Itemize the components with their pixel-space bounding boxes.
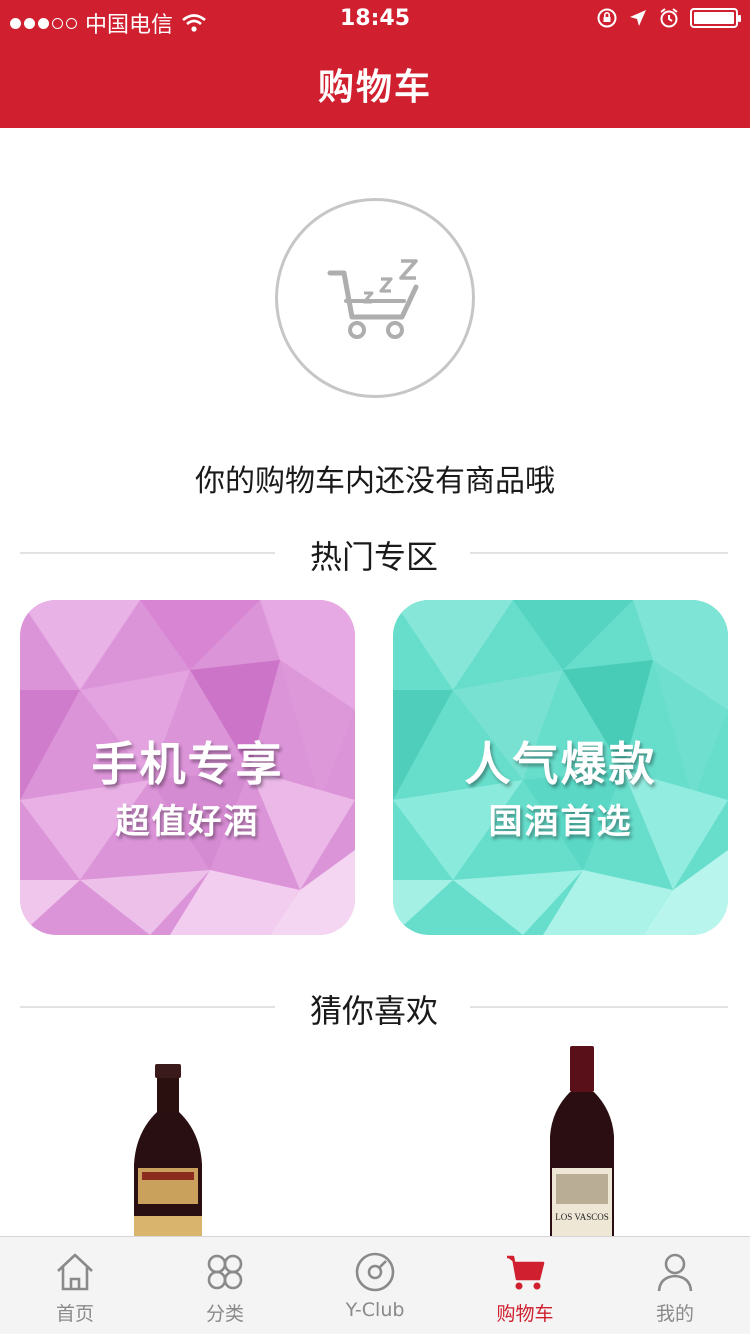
cart-icon [507,1255,545,1290]
tab-cart[interactable]: 购物车 [450,1237,600,1334]
page-title: 购物车 [317,67,432,108]
recommend-section-title: 猜你喜欢 [309,992,438,1030]
tab-label: 我的 [655,1303,694,1325]
wine-bottle-image: LOS VASCOS [550,1046,614,1240]
recommend-section-header: 猜你喜欢 [20,986,728,1030]
promo-tile-mobile-exclusive[interactable]: 手机专享 超值好酒 [20,600,355,935]
hot-section-header: 热门专区 [20,532,728,576]
promo-tile-popular[interactable]: 人气爆款 国酒首选 [393,600,728,935]
home-icon [57,1253,93,1291]
tab-yclub[interactable]: Y-Club [300,1237,450,1334]
location-icon [630,10,646,26]
tab-label: Y-Club [345,1299,405,1321]
tab-label: 分类 [205,1303,244,1325]
divider [470,552,728,554]
top-bar: 中国电信 18:45 购物车 [0,0,750,128]
tab-bar: 首页 分类 Y-Club 购物车 我的 [0,1236,750,1334]
product-card[interactable]: LOS VASCOS [482,1040,682,1240]
tab-label: 购物车 [496,1303,554,1325]
hot-section-title: 热门专区 [309,538,438,576]
user-icon [657,1253,693,1292]
battery-icon [690,8,741,28]
divider [470,1006,728,1008]
status-bar: 中国电信 18:45 [0,0,750,40]
empty-cart-message: 你的购物车内还没有商品哦 [195,464,555,499]
alarm-icon [660,8,678,28]
wine-bottle-image [134,1064,202,1240]
promo-title: 手机专享 [91,737,284,791]
product-card[interactable] [68,1040,268,1240]
sleeping-cart-icon [275,198,475,398]
tab-category[interactable]: 分类 [150,1237,300,1334]
bottle-label: LOS VASCOS [555,1212,608,1222]
tab-profile[interactable]: 我的 [600,1237,750,1334]
promo-subtitle: 国酒首选 [488,802,633,842]
rotation-lock-icon [597,8,617,28]
tab-home[interactable]: 首页 [0,1237,150,1334]
category-icon [207,1254,243,1290]
tab-label: 首页 [55,1303,94,1325]
promo-title: 人气爆款 [464,737,657,791]
status-right [596,7,741,29]
club-icon [355,1252,395,1292]
promo-subtitle: 超值好酒 [115,802,260,842]
